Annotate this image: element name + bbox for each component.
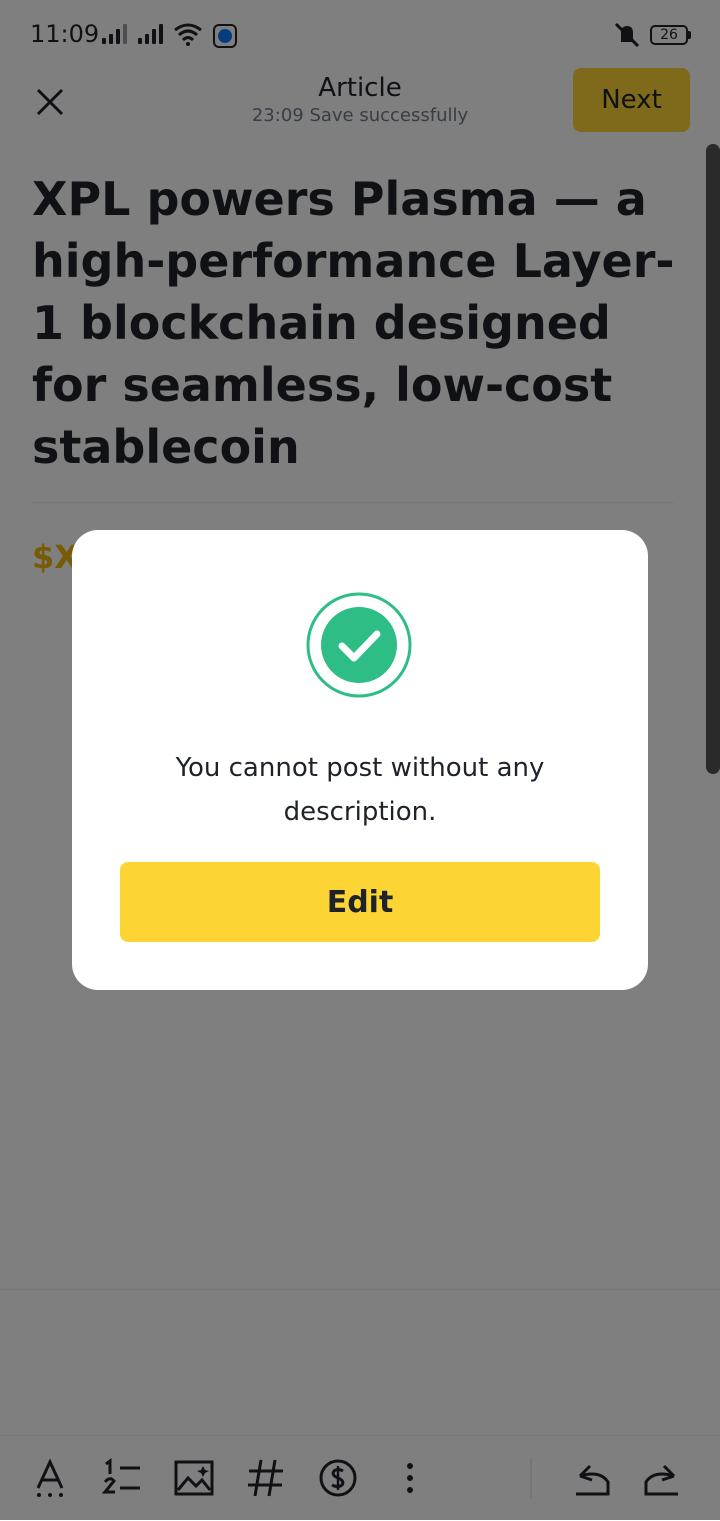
dialog-message: You cannot post without any description. — [175, 753, 545, 827]
alert-dialog: You cannot post without any description.… — [72, 530, 648, 990]
edit-button[interactable]: Edit — [120, 862, 600, 942]
check-circle-icon — [306, 592, 412, 698]
